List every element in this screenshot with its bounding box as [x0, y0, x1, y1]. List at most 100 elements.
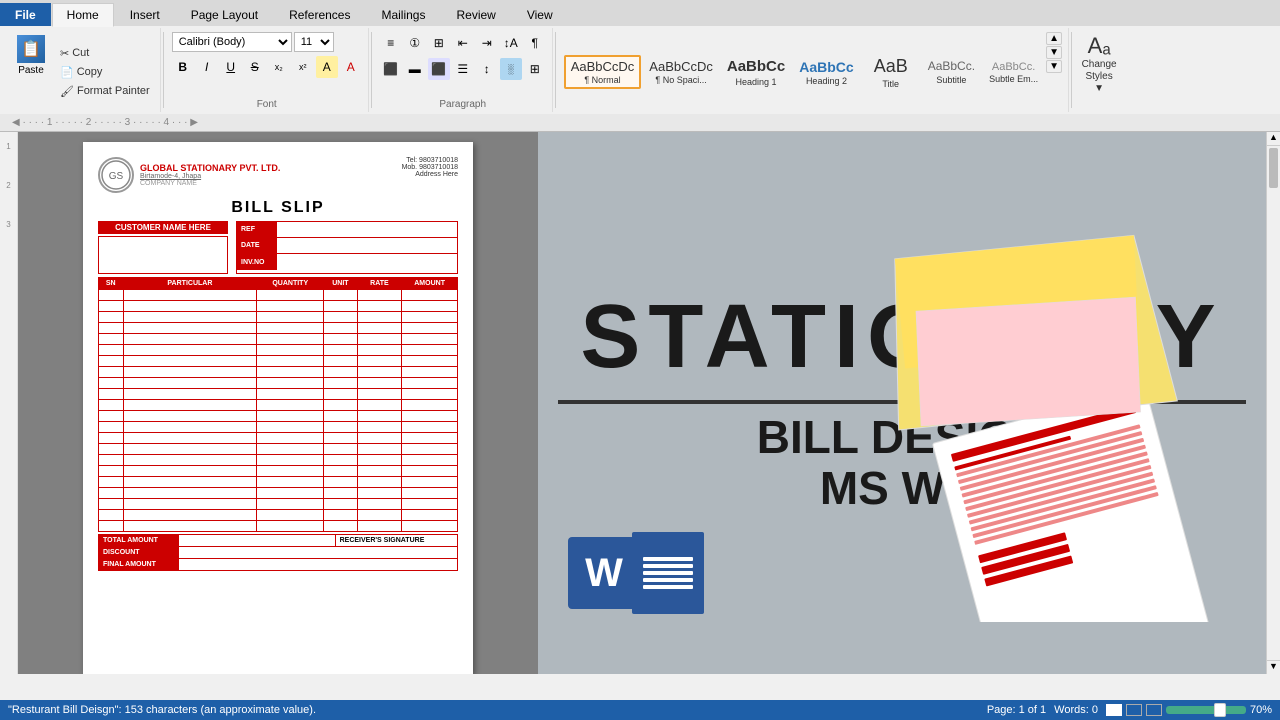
table-cell [99, 389, 124, 400]
final-amount-value [179, 559, 458, 571]
table-cell [123, 389, 257, 400]
font-size-select[interactable]: 11 [294, 32, 334, 52]
styles-scroll-controls: ▲ ▼ ▼ [1046, 32, 1062, 112]
line-spacing-button[interactable]: ↕ [476, 58, 498, 80]
style-normal[interactable]: AaBbCcDc ¶ Normal [564, 55, 642, 90]
font-color-button[interactable]: A [340, 56, 362, 78]
styles-expand[interactable]: ▼ [1046, 60, 1062, 73]
styles-scroll-down[interactable]: ▼ [1046, 46, 1062, 59]
tab-page-layout[interactable]: Page Layout [176, 3, 273, 26]
table-cell [257, 290, 324, 301]
tab-review[interactable]: Review [441, 3, 510, 26]
table-cell [257, 345, 324, 356]
style-no-spacing[interactable]: AaBbCcDc ¶ No Spaci... [643, 56, 719, 89]
paper-stack-svg [816, 222, 1236, 622]
table-cell [257, 444, 324, 455]
tab-home[interactable]: Home [52, 3, 114, 27]
table-cell [402, 400, 458, 411]
multilevel-button[interactable]: ⊞ [428, 32, 450, 54]
styles-scroll-up[interactable]: ▲ [1046, 32, 1062, 45]
subscript-button[interactable]: x₂ [268, 56, 290, 78]
borders-button[interactable]: ⊞ [524, 58, 546, 80]
document[interactable]: GS GLOBAL STATIONARY PVT. LTD. Birtamode… [83, 142, 473, 674]
increase-indent-button[interactable]: ⇥ [476, 32, 498, 54]
copy-button[interactable]: 📄 Copy [56, 64, 154, 81]
page-view-icon[interactable] [1106, 704, 1122, 716]
table-cell [402, 378, 458, 389]
company-name: GLOBAL STATIONARY PVT. LTD. [140, 163, 280, 173]
table-cell [99, 378, 124, 389]
bill-title: BILL SLIP [98, 199, 458, 217]
vertical-scrollbar[interactable]: ▲ ▼ [1266, 132, 1280, 674]
clipboard-small-btns: ✂ Cut 📄 Copy 🖌 Format Painter [56, 32, 154, 112]
table-cell [123, 411, 257, 422]
scroll-thumb[interactable] [1269, 148, 1278, 188]
bullets-button[interactable]: ≡ [380, 32, 402, 54]
styles-items: AaBbCcDc ¶ Normal AaBbCcDc ¶ No Spaci...… [564, 32, 1044, 112]
ref-section: REF DATE INV.NO [236, 221, 458, 274]
scroll-down-button[interactable]: ▼ [1267, 660, 1280, 674]
cut-button[interactable]: ✂ Cut [56, 45, 154, 62]
strikethrough-button[interactable]: S [244, 56, 266, 78]
zoom-bar[interactable] [1166, 706, 1246, 714]
style-title[interactable]: AaB Title [862, 52, 920, 91]
table-cell [123, 488, 257, 499]
justify-button[interactable]: ☰ [452, 58, 474, 80]
status-text: "Resturant Bill Deisgn": 153 characters … [8, 704, 316, 716]
ribbon-tabs-bar: File Home Insert Page Layout References … [0, 0, 1280, 26]
company-info: GLOBAL STATIONARY PVT. LTD. Birtamode-4,… [140, 163, 280, 187]
table-cell [357, 400, 402, 411]
table-cell [99, 400, 124, 411]
table-cell [402, 367, 458, 378]
paragraph-group-label: Paragraph [439, 99, 486, 112]
underline-button[interactable]: U [220, 56, 242, 78]
ref-row: REF [237, 222, 457, 238]
font-name-select[interactable]: Calibri (Body) [172, 32, 292, 52]
sort-button[interactable]: ↕A [500, 32, 522, 54]
table-cell [123, 367, 257, 378]
web-view-icon[interactable] [1126, 704, 1142, 716]
tab-references[interactable]: References [274, 3, 365, 26]
align-right-button[interactable]: ⬛ [428, 58, 450, 80]
table-cell [324, 356, 357, 367]
col-amount: AMOUNT [402, 278, 458, 290]
italic-button[interactable]: I [196, 56, 218, 78]
col-rate: RATE [357, 278, 402, 290]
font-formatting-row: B I U S x₂ x² A A [172, 56, 362, 78]
style-subtle-em[interactable]: AaBbCc. Subtle Em... [983, 57, 1044, 87]
paste-button[interactable]: 📋 Paste [10, 32, 52, 112]
style-heading2[interactable]: AaBbCc Heading 2 [793, 55, 859, 89]
clipboard-group: 📋 Paste ✂ Cut 📄 Copy 🖌 Format Painter Cl… [4, 28, 161, 112]
bill-table: SN PARTICULAR QUANTITY UNIT RATE AMOUNT [98, 277, 458, 532]
format-painter-button[interactable]: 🖌 Format Painter [56, 83, 154, 100]
shading-button[interactable]: ░ [500, 58, 522, 80]
superscript-button[interactable]: x² [292, 56, 314, 78]
font-group-content: Calibri (Body) 11 B I U S x₂ x² A A [172, 32, 362, 99]
draft-view-icon[interactable] [1146, 704, 1162, 716]
scroll-up-button[interactable]: ▲ [1267, 132, 1280, 146]
tab-file[interactable]: File [0, 3, 51, 26]
ribbon: File Home Insert Page Layout References … [0, 0, 1280, 114]
text-highlight-button[interactable]: A [316, 56, 338, 78]
style-heading1[interactable]: AaBbCc Heading 1 [721, 54, 791, 90]
table-cell [402, 334, 458, 345]
align-left-button[interactable]: ⬛ [380, 58, 402, 80]
align-center-button[interactable]: ▬ [404, 58, 426, 80]
change-styles-button[interactable]: Aₐ ChangeStyles ▼ [1074, 28, 1124, 112]
show-formatting-button[interactable]: ¶ [524, 32, 546, 54]
customer-area [98, 236, 228, 274]
table-cell [123, 312, 257, 323]
table-cell [99, 433, 124, 444]
bold-button[interactable]: B [172, 56, 194, 78]
table-cell [99, 477, 124, 488]
table-cell [257, 367, 324, 378]
style-subtitle[interactable]: AaBbCc. Subtitle [922, 56, 981, 88]
decrease-indent-button[interactable]: ⇤ [452, 32, 474, 54]
paper-stack-container [816, 222, 1236, 642]
tab-insert[interactable]: Insert [115, 3, 175, 26]
numbering-button[interactable]: ① [404, 32, 426, 54]
table-cell [357, 312, 402, 323]
tab-view[interactable]: View [512, 3, 568, 26]
total-amount-label: TOTAL AMOUNT [99, 535, 179, 547]
tab-mailings[interactable]: Mailings [366, 3, 440, 26]
